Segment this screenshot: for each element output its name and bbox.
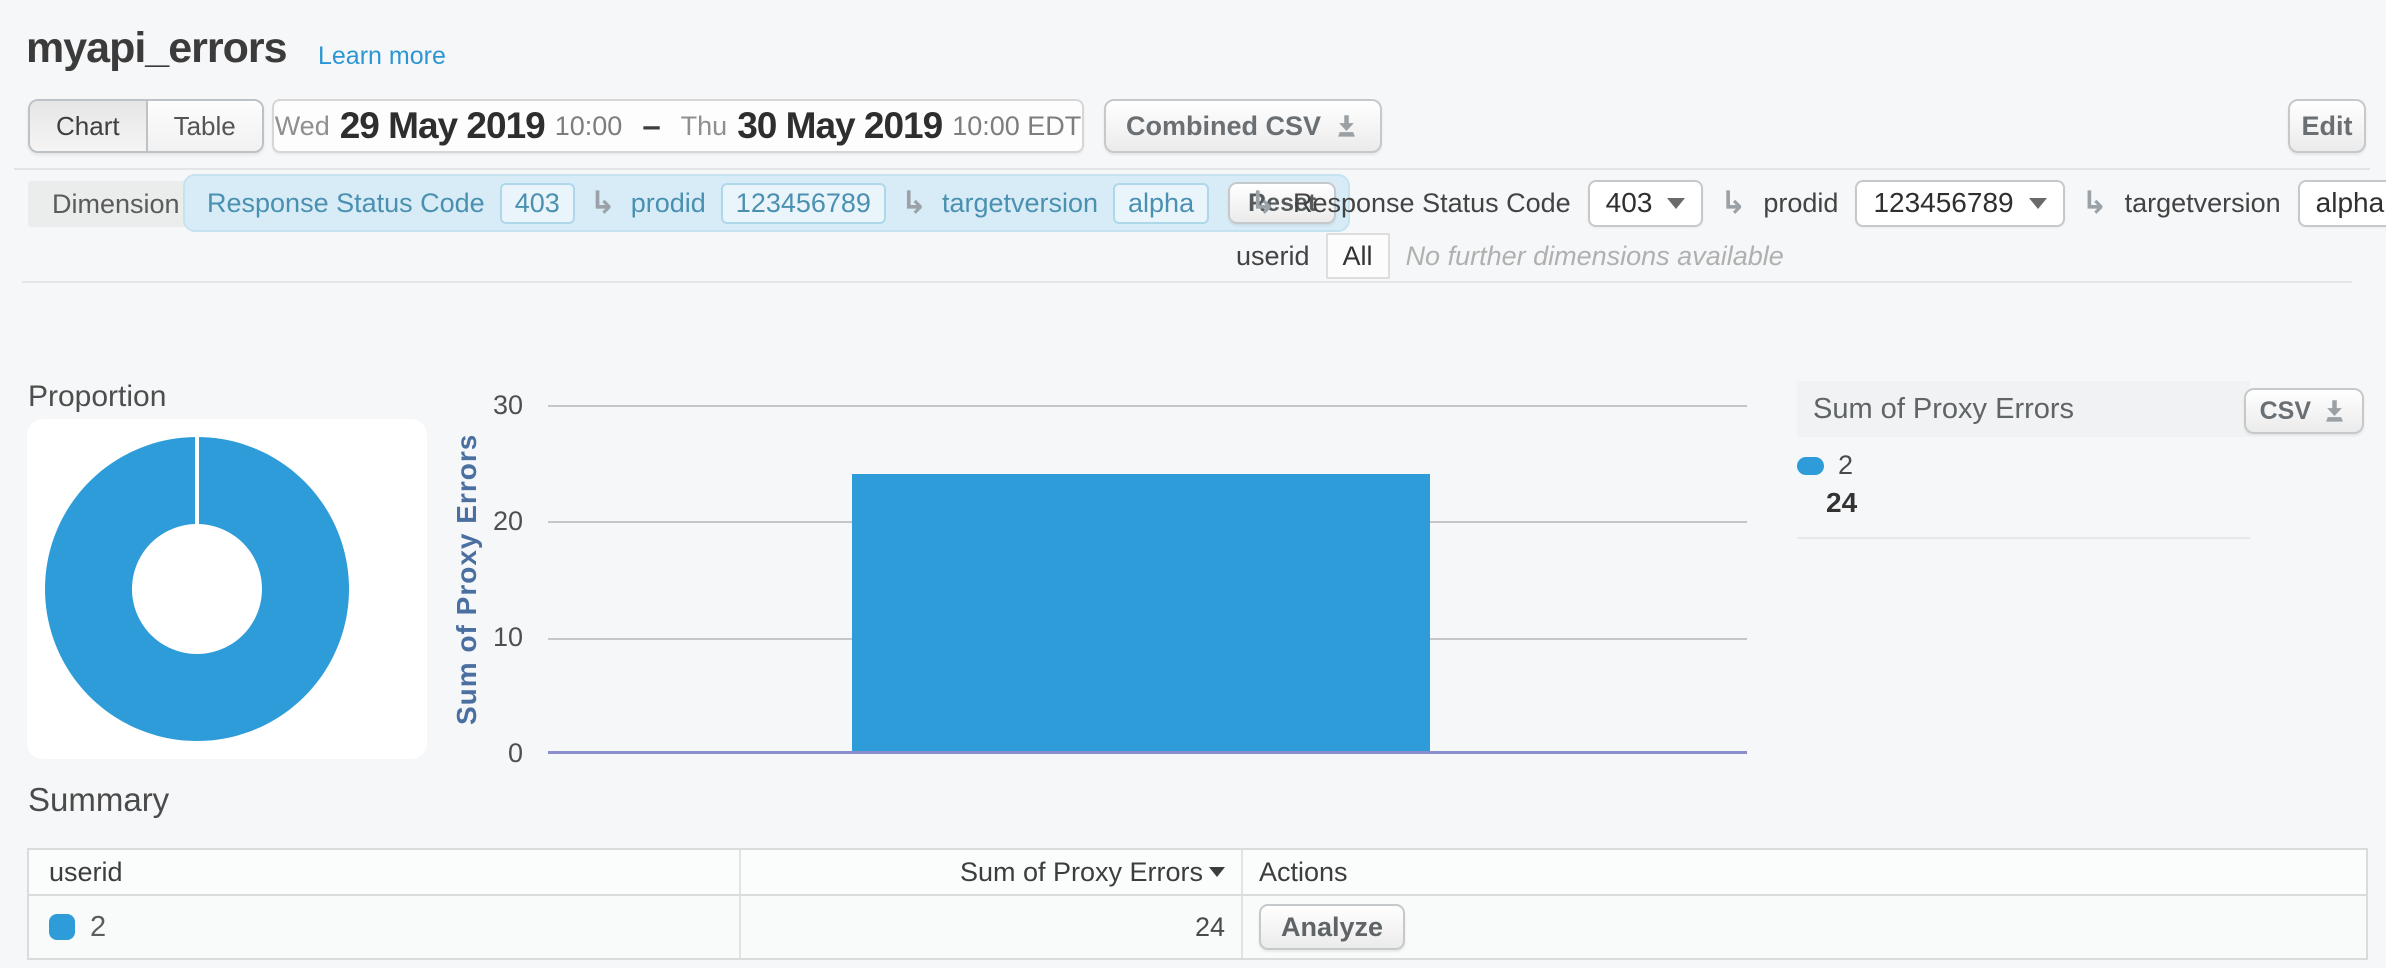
legend-divider bbox=[1797, 537, 2250, 539]
selector-dropdown-response-status-code[interactable]: 403 bbox=[1588, 180, 1704, 227]
legend-item-value: 24 bbox=[1826, 487, 1857, 519]
start-date: 29 May 2019 bbox=[340, 105, 545, 147]
selector-value: 403 bbox=[1606, 187, 1653, 219]
bar-sum-of-proxy-errors[interactable] bbox=[852, 474, 1430, 752]
table-header-row: userid Sum of Proxy Errors Actions bbox=[29, 850, 2366, 896]
chevron-down-icon bbox=[1667, 198, 1685, 209]
actions-cell: Analyze bbox=[1243, 896, 2366, 958]
sum-cell: 24 bbox=[741, 896, 1243, 958]
start-day: Wed bbox=[275, 111, 330, 142]
no-more-dimensions-message: No further dimensions available bbox=[1406, 241, 1784, 272]
breadcrumb-dim-name: prodid bbox=[631, 188, 706, 219]
y-tick-20: 20 bbox=[410, 505, 523, 537]
dimension-divider bbox=[22, 281, 2352, 283]
selector-name: targetversion bbox=[2125, 188, 2281, 219]
edit-label: Edit bbox=[2302, 111, 2353, 142]
view-toggle: Chart Table bbox=[28, 99, 264, 153]
selector-name: Response Status Code bbox=[1293, 188, 1571, 219]
toolbar-divider bbox=[14, 168, 2370, 170]
userid-all-selector[interactable]: All bbox=[1326, 233, 1390, 279]
userid-cell: 2 bbox=[29, 896, 741, 958]
proportion-title: Proportion bbox=[28, 380, 166, 414]
dimension-selectors: ↳ Response Status Code 403 ↳ prodid 1234… bbox=[1250, 174, 2386, 232]
column-header-label: Sum of Proxy Errors bbox=[960, 857, 1203, 888]
x-axis-line bbox=[548, 751, 1747, 754]
chart-tab[interactable]: Chart bbox=[30, 101, 146, 151]
drilldown-arrow-icon: ↳ bbox=[1250, 188, 1276, 219]
summary-title: Summary bbox=[28, 781, 169, 819]
download-icon bbox=[2321, 398, 2348, 425]
edit-button[interactable]: Edit bbox=[2288, 99, 2366, 153]
chevron-down-icon bbox=[2029, 198, 2047, 209]
column-header-userid: userid bbox=[29, 850, 741, 894]
date-range-picker[interactable]: Wed 29 May 2019 10:00 – Thu 30 May 2019 … bbox=[272, 99, 1084, 153]
selector-name: prodid bbox=[1763, 188, 1838, 219]
proportion-donut-chart[interactable] bbox=[27, 419, 427, 759]
breadcrumb-dim-value: 123456789 bbox=[721, 183, 886, 224]
drilldown-arrow-icon: ↳ bbox=[2082, 188, 2108, 219]
proportion-donut-card bbox=[27, 419, 427, 759]
y-tick-30: 30 bbox=[410, 389, 523, 421]
csv-label: CSV bbox=[2260, 397, 2311, 426]
sort-desc-icon bbox=[1209, 867, 1225, 877]
table-row: 2 24 Analyze bbox=[29, 896, 2366, 958]
legend-title: Sum of Proxy Errors bbox=[1813, 393, 2074, 426]
combined-csv-button[interactable]: Combined CSV bbox=[1104, 99, 1382, 153]
selector-dropdown-targetversion[interactable]: alpha bbox=[2298, 180, 2386, 227]
breadcrumb-dim-name: Response Status Code bbox=[207, 188, 485, 219]
page-title: myapi_errors bbox=[26, 24, 287, 73]
selector-value: 123456789 bbox=[1873, 187, 2013, 219]
start-time: 10:00 bbox=[555, 111, 623, 142]
learn-more-link[interactable]: Learn more bbox=[318, 42, 446, 71]
column-header-sum-of-proxy-errors[interactable]: Sum of Proxy Errors bbox=[741, 850, 1243, 894]
table-tab[interactable]: Table bbox=[146, 101, 262, 151]
series-color-swatch bbox=[49, 914, 75, 940]
drilldown-arrow-icon: ↳ bbox=[590, 188, 616, 219]
combined-csv-label: Combined CSV bbox=[1126, 111, 1321, 142]
legend-item-label: 2 bbox=[1838, 450, 1853, 481]
dimension-label: Dimension bbox=[28, 181, 204, 227]
legend-panel-header: Sum of Proxy Errors bbox=[1797, 381, 2250, 437]
legend-item[interactable]: 2 24 bbox=[1797, 450, 1857, 519]
date-range-separator: – bbox=[642, 107, 660, 145]
summary-table: userid Sum of Proxy Errors Actions 2 24 … bbox=[27, 848, 2368, 960]
dimension-breadcrumb: Response Status Code 403 ↳ prodid 123456… bbox=[183, 174, 1350, 232]
donut-slice-boundary bbox=[195, 436, 199, 525]
series-color-swatch bbox=[1797, 457, 1824, 475]
bar-chart-plot-area bbox=[548, 405, 1747, 754]
end-time: 10:00 EDT bbox=[952, 111, 1081, 142]
end-day: Thu bbox=[681, 111, 728, 142]
download-icon bbox=[1333, 113, 1360, 140]
next-dimension-row: userid All No further dimensions availab… bbox=[1236, 233, 1784, 279]
breadcrumb-dim-value: 403 bbox=[500, 183, 575, 224]
csv-button[interactable]: CSV bbox=[2244, 388, 2364, 434]
selector-value: alpha bbox=[2316, 187, 2385, 219]
selector-dropdown-prodid[interactable]: 123456789 bbox=[1855, 180, 2064, 227]
y-tick-0: 0 bbox=[410, 737, 523, 769]
userid-value: 2 bbox=[90, 911, 106, 944]
breadcrumb-dim-value: alpha bbox=[1113, 183, 1209, 224]
column-header-actions: Actions bbox=[1243, 850, 2366, 894]
y-axis-title: Sum of Proxy Errors bbox=[447, 405, 487, 754]
end-date: 30 May 2019 bbox=[737, 105, 942, 147]
drilldown-arrow-icon: ↳ bbox=[901, 188, 927, 219]
selector-name: userid bbox=[1236, 241, 1310, 272]
drilldown-arrow-icon: ↳ bbox=[1720, 188, 1746, 219]
analyze-button[interactable]: Analyze bbox=[1259, 904, 1405, 950]
breadcrumb-dim-name: targetversion bbox=[942, 188, 1098, 219]
y-tick-10: 10 bbox=[410, 621, 523, 653]
gridline-30 bbox=[548, 405, 1747, 407]
